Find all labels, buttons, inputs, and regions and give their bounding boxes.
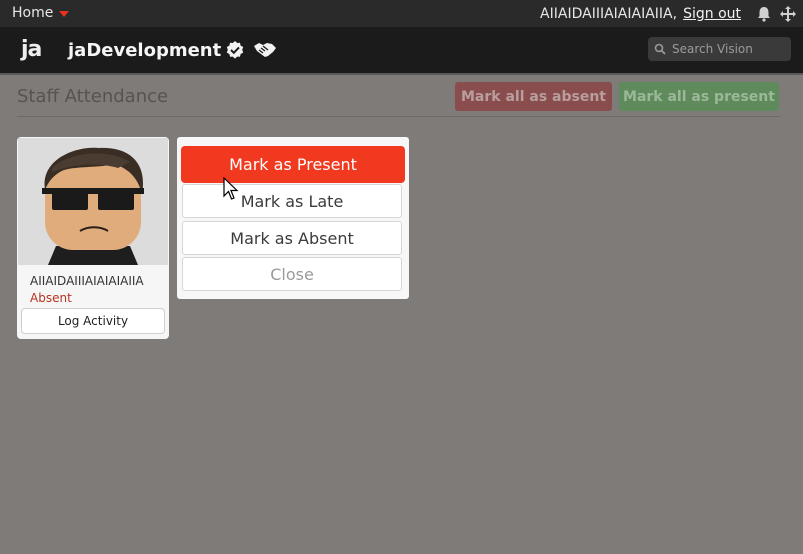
home-label: Home <box>12 5 54 21</box>
brand-name[interactable]: jaDevelopment <box>68 40 221 61</box>
search-input[interactable]: Search Vision <box>648 37 791 61</box>
mark-present-button[interactable]: Mark as Present <box>181 146 405 183</box>
sign-out-link[interactable]: Sign out <box>683 6 741 22</box>
close-button[interactable]: Close <box>182 257 402 291</box>
home-menu[interactable]: Home <box>12 5 70 21</box>
user-area: AIIAIDAIIIAIAIAIAIIA, Sign out <box>540 5 797 23</box>
bell-icon[interactable] <box>755 5 773 23</box>
search-icon <box>654 43 666 55</box>
mouse-cursor-icon <box>223 177 239 200</box>
status-badge: Absent <box>30 291 72 305</box>
app-logo[interactable]: ja <box>21 37 42 62</box>
mark-all-present-button[interactable]: Mark all as present <box>619 82 779 111</box>
page-title: Staff Attendance <box>17 86 169 107</box>
log-activity-button[interactable]: Log Activity <box>21 308 165 334</box>
section-divider <box>17 116 780 117</box>
app-header: ja jaDevelopment Search Vision <box>0 27 803 73</box>
header-divider <box>0 73 803 75</box>
mark-all-absent-button[interactable]: Mark all as absent <box>455 82 612 111</box>
avatar <box>18 138 168 265</box>
mark-absent-button[interactable]: Mark as Absent <box>182 221 402 255</box>
mark-late-button[interactable]: Mark as Late <box>182 184 402 218</box>
caret-down-icon <box>59 11 70 17</box>
username: AIIAIDAIIIAIAIAIAIIA, <box>540 6 678 22</box>
top-bar: Home AIIAIDAIIIAIAIAIAIIA, Sign out <box>0 0 803 27</box>
staff-card[interactable]: AIIAIDAIIIAIAIAIAIIA Absent Log Activity <box>17 137 169 339</box>
attendance-menu: Mark as Present Mark as Late Mark as Abs… <box>177 137 409 299</box>
handshake-icon <box>254 43 276 57</box>
staff-name: AIIAIDAIIIAIAIAIAIIA <box>30 274 144 288</box>
search-placeholder: Search Vision <box>672 42 753 56</box>
verified-badge-icon <box>226 41 244 59</box>
move-icon[interactable] <box>779 5 797 23</box>
